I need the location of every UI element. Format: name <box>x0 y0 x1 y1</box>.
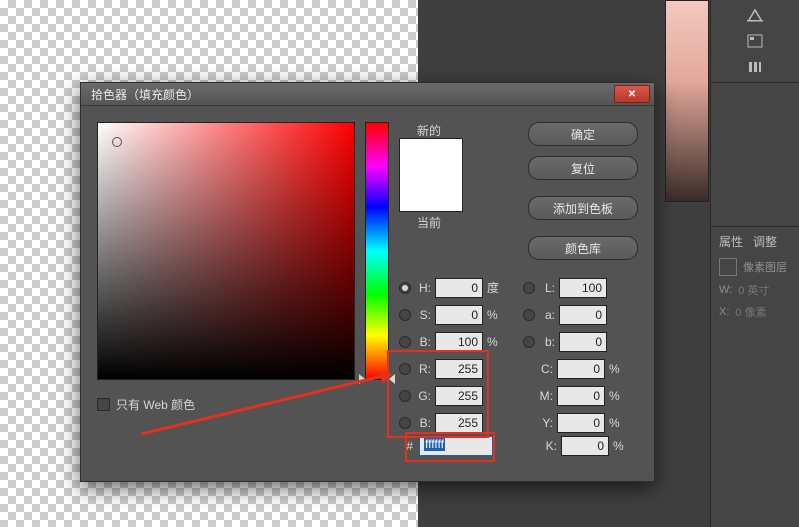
label-s: S: <box>415 308 431 322</box>
input-k[interactable] <box>561 436 609 456</box>
hex-input[interactable]: ffffff <box>419 436 493 456</box>
unit-bv: % <box>487 335 501 349</box>
color-libraries-button[interactable]: 颜色库 <box>528 236 638 260</box>
input-a[interactable] <box>559 305 607 325</box>
radio-s[interactable] <box>399 309 411 321</box>
input-l[interactable] <box>559 278 607 298</box>
pixel-layer-icon <box>719 258 737 276</box>
prop-w-label: W: <box>719 284 732 296</box>
web-only-label: 只有 Web 颜色 <box>116 396 195 413</box>
panel-icon-1[interactable] <box>718 4 792 26</box>
gradient-preview-thumb <box>665 0 709 202</box>
right-side-panel: 属性 调整 像素图层 W: 0 英寸 X: 0 像素 <box>710 0 799 527</box>
hue-pointer-right <box>389 374 395 384</box>
dialog-title: 拾色器（填充颜色） <box>91 86 199 103</box>
label-bv: B: <box>415 335 431 349</box>
unit-c: % <box>609 362 623 376</box>
label-g: G: <box>415 389 431 403</box>
hue-slider[interactable] <box>365 122 389 380</box>
input-g[interactable] <box>435 386 483 406</box>
label-k: K: <box>541 439 557 453</box>
color-swatch-box <box>399 138 463 212</box>
radio-g[interactable] <box>399 390 411 402</box>
label-l: L: <box>539 281 555 295</box>
radio-bc[interactable] <box>399 417 411 429</box>
input-b-lab[interactable] <box>559 332 607 352</box>
input-h[interactable] <box>435 278 483 298</box>
color-picker-dialog: 拾色器（填充颜色） ✕ 新的 当前 确定 复位 添加到色板 颜色库 H: 度 <box>80 82 655 482</box>
current-color-label: 当前 <box>417 214 441 231</box>
label-m: M: <box>537 389 553 403</box>
dialog-titlebar[interactable]: 拾色器（填充颜色） ✕ <box>81 83 654 106</box>
hex-value: ffffff <box>424 437 445 451</box>
unit-y: % <box>609 416 623 430</box>
unit-m: % <box>609 389 623 403</box>
radio-bv[interactable] <box>399 336 411 348</box>
label-c: C: <box>537 362 553 376</box>
prop-w-value: 0 英寸 <box>738 282 769 298</box>
radio-b-lab[interactable] <box>523 336 535 348</box>
hex-label: # <box>399 439 413 453</box>
tab-properties[interactable]: 属性 <box>719 233 743 250</box>
radio-h[interactable] <box>399 282 411 294</box>
properties-panel: 属性 调整 像素图层 W: 0 英寸 X: 0 像素 <box>711 226 799 332</box>
radio-a[interactable] <box>523 309 535 321</box>
new-color-label: 新的 <box>417 122 441 139</box>
input-y[interactable] <box>557 413 605 433</box>
new-color-swatch <box>400 139 462 175</box>
tab-adjust[interactable]: 调整 <box>753 233 777 250</box>
panel-icon-3[interactable] <box>718 56 792 78</box>
prop-x-label: X: <box>719 306 729 318</box>
color-value-fields: H: 度 L: S: % a: <box>399 274 639 436</box>
web-only-checkbox[interactable] <box>97 398 110 411</box>
input-r[interactable] <box>435 359 483 379</box>
hue-pointer-left <box>359 374 365 384</box>
radio-l[interactable] <box>523 282 535 294</box>
input-bc[interactable] <box>435 413 483 433</box>
label-b-lab: b: <box>539 335 555 349</box>
label-r: R: <box>415 362 431 376</box>
sv-indicator <box>112 137 122 147</box>
reset-button[interactable]: 复位 <box>528 156 638 180</box>
panel-icon-2[interactable] <box>718 30 792 52</box>
label-h: H: <box>415 281 431 295</box>
ok-button[interactable]: 确定 <box>528 122 638 146</box>
close-button[interactable]: ✕ <box>614 85 650 103</box>
label-y: Y: <box>537 416 553 430</box>
label-bc: B: <box>415 416 431 430</box>
add-to-swatches-button[interactable]: 添加到色板 <box>528 196 638 220</box>
properties-subtitle: 像素图层 <box>743 259 787 275</box>
input-c[interactable] <box>557 359 605 379</box>
unit-s: % <box>487 308 501 322</box>
saturation-value-field[interactable] <box>97 122 355 380</box>
label-a: a: <box>539 308 555 322</box>
unit-h: 度 <box>487 279 501 296</box>
prop-x-value: 0 像素 <box>735 304 766 320</box>
current-color-swatch <box>400 175 462 211</box>
input-m[interactable] <box>557 386 605 406</box>
unit-k: % <box>613 439 627 453</box>
input-bv[interactable] <box>435 332 483 352</box>
hex-row: # ffffff K: % <box>399 436 627 456</box>
input-s[interactable] <box>435 305 483 325</box>
radio-r[interactable] <box>399 363 411 375</box>
